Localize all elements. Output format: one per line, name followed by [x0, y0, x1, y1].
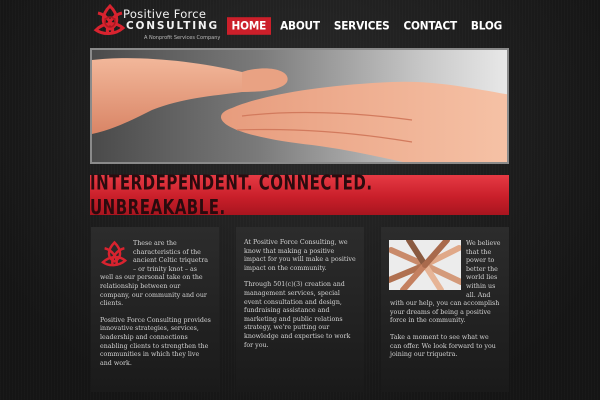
brand-tagline: A Nonprofit Services Company — [144, 35, 221, 41]
stacked-hands-image — [389, 240, 461, 290]
main-nav: HOME ABOUT SERVICES CONTACT BLOG — [226, 17, 507, 35]
brand-subname: CONSULTING — [126, 20, 219, 32]
hero-image — [90, 48, 509, 164]
hands-reaching-image — [92, 58, 507, 162]
tagline-banner: INTERDEPENDENT. CONNECTED. UNBREAKABLE. — [90, 171, 509, 219]
triquetra-icon — [101, 240, 128, 267]
nav-item-home[interactable]: HOME — [226, 17, 272, 35]
site-header: Positive Force CONSULTING A Nonprofit Se… — [0, 0, 600, 50]
column-3-paragraph-2: Take a moment to see what we can offer. … — [390, 333, 496, 359]
content-column-1: These are the characteristics of the anc… — [91, 227, 219, 392]
column-2-paragraph-2: Through 501(c)(3) creation and managemen… — [244, 281, 351, 349]
content-column-2: At Positive Force Consulting, we know th… — [236, 227, 364, 392]
content-column-3: We believe that the power to better the … — [381, 227, 509, 392]
column-1-paragraph-2: Positive Force Consulting provides innov… — [100, 316, 211, 367]
nav-item-contact[interactable]: CONTACT — [399, 17, 462, 35]
column-2-paragraph-1: At Positive Force Consulting, we know th… — [244, 239, 356, 272]
nav-item-blog[interactable]: BLOG — [466, 17, 507, 35]
nav-item-about[interactable]: ABOUT — [275, 17, 325, 35]
banner-text: INTERDEPENDENT. CONNECTED. UNBREAKABLE. — [90, 170, 373, 220]
brand-name: Positive Force — [123, 7, 207, 21]
nav-item-services[interactable]: SERVICES — [329, 17, 395, 35]
triquetra-logo-icon — [93, 3, 126, 35]
